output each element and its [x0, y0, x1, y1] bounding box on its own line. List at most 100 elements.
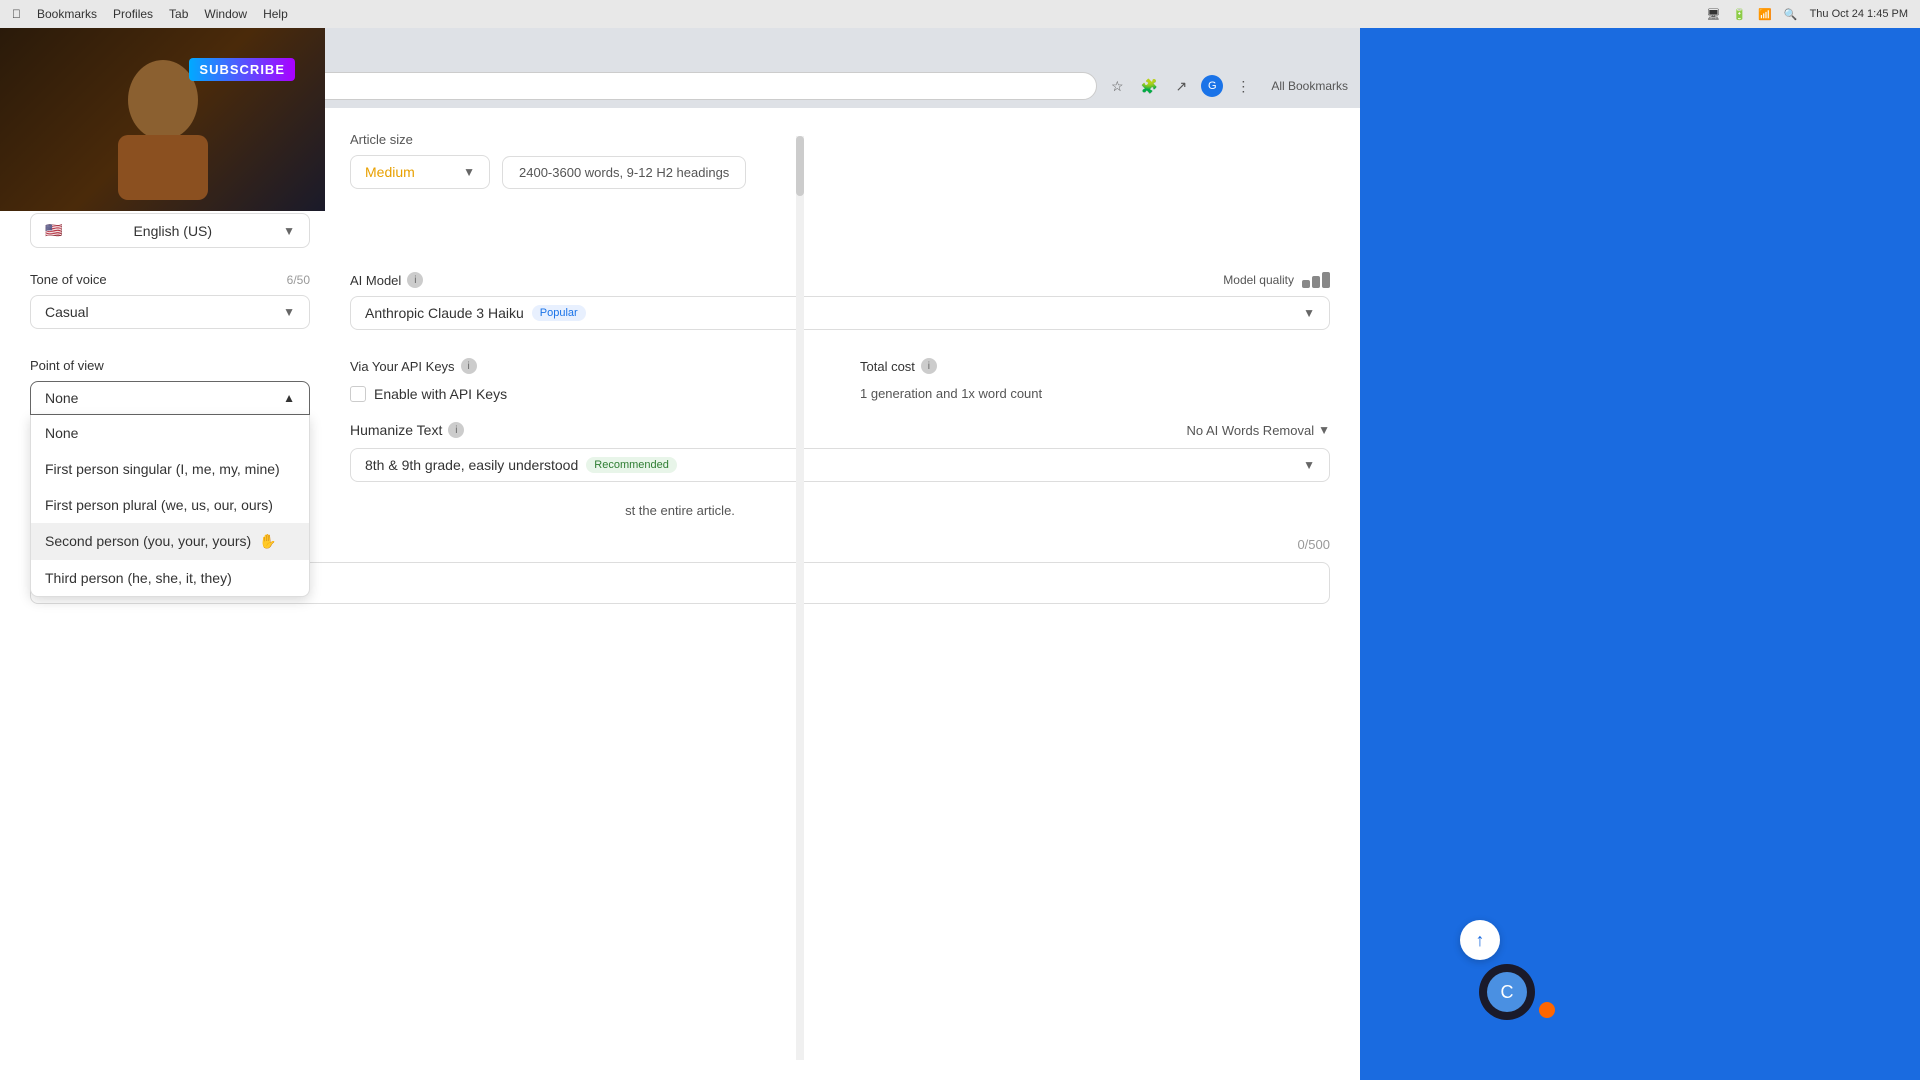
- api-keys-section: Via Your API Keys i Enable with API Keys: [350, 358, 820, 402]
- toolbar-icons: ☆ 🧩 ↗ G ⋮ All Bookmarks: [1105, 74, 1348, 98]
- tone-value: Casual: [45, 304, 89, 320]
- pov-option-none[interactable]: None: [31, 415, 309, 451]
- flag-icon: 🇺🇸: [45, 222, 62, 239]
- pov-group: Point of view None ▲ None First person s…: [30, 358, 310, 415]
- ai-model-name: Anthropic Claude 3 Haiku: [365, 305, 524, 321]
- menu-tab[interactable]: Tab: [169, 7, 188, 21]
- no-ai-label: No AI Words Removal: [1186, 423, 1314, 438]
- size-info-badge: 2400-3600 words, 9-12 H2 headings: [502, 156, 746, 189]
- recommended-badge: Recommended: [586, 457, 677, 473]
- chevron-down-icon: ▼: [283, 224, 295, 238]
- share-icon[interactable]: ↗: [1169, 74, 1193, 98]
- language-group: 🇺🇸 English (US) ▼: [30, 213, 310, 248]
- humanize-info-icon[interactable]: i: [448, 422, 464, 438]
- chat-toggle-indicator[interactable]: [1539, 1002, 1555, 1018]
- pov-option-second-text: Second person (you, your, yours): [45, 533, 251, 549]
- menu-profiles[interactable]: Profiles: [113, 7, 153, 21]
- menu-window[interactable]: Window: [204, 7, 247, 21]
- search-icon[interactable]: 🔍: [1784, 8, 1798, 21]
- quality-bar-3: [1322, 272, 1330, 288]
- ai-model-label-row: AI Model i: [350, 272, 423, 288]
- api-cost-row: Via Your API Keys i Enable with API Keys…: [350, 358, 1330, 402]
- tone-label: Tone of voice: [30, 272, 107, 287]
- language-dropdown[interactable]: 🇺🇸 English (US) ▼: [30, 213, 310, 248]
- language-label: English (US): [133, 223, 212, 239]
- cost-label-row: Total cost i: [860, 358, 1330, 374]
- article-size-label: Article size: [350, 132, 746, 147]
- pov-selected: None: [45, 390, 78, 406]
- mac-topbar:  Bookmarks Profiles Tab Window Help 🖥 🔋…: [0, 0, 1920, 28]
- subscribe-badge: SUBSCRIBE: [189, 58, 295, 81]
- ai-model-group: AI Model i Model quality Anthro: [350, 272, 1330, 330]
- no-ai-badge[interactable]: No AI Words Removal ▼: [1186, 423, 1330, 438]
- humanize-label: Humanize Text: [350, 422, 442, 438]
- humanize-section: Humanize Text i No AI Words Removal ▼ 8t…: [350, 422, 1330, 482]
- article-size-section: Article size Medium ▼ 2400-3600 words, 9…: [350, 132, 746, 189]
- api-keys-label: Via Your API Keys: [350, 359, 455, 374]
- grade-label: 8th & 9th grade, easily understood: [365, 457, 578, 473]
- mac-status-bar: 🖥 🔋 📶 🔍 Thu Oct 24 1:45 PM: [1706, 8, 1908, 21]
- screen-icon: 🖥: [1706, 8, 1720, 21]
- chevron-down-icon: ▼: [1303, 458, 1315, 472]
- pov-option-second[interactable]: Second person (you, your, yours)✋: [31, 523, 309, 560]
- bookmark-star-icon[interactable]: ☆: [1105, 74, 1129, 98]
- datetime-display: Thu Oct 24 1:45 PM: [1810, 8, 1908, 20]
- cost-value: 1 generation and 1x word count: [860, 386, 1330, 401]
- tone-counter: 6/50: [287, 273, 310, 287]
- pov-options-list: None First person singular (I, me, my, m…: [30, 415, 310, 597]
- popular-badge: Popular: [532, 305, 586, 321]
- menu-help[interactable]: Help: [263, 7, 288, 21]
- quality-bars: [1302, 272, 1330, 288]
- char-count: 0/500: [1297, 537, 1330, 552]
- extension-icon[interactable]: 🧩: [1137, 74, 1161, 98]
- scrollbar-thumb[interactable]: [796, 136, 804, 196]
- quality-bar-2: [1312, 276, 1320, 288]
- main-content: Article size Medium ▼ 2400-3600 words, 9…: [0, 108, 1360, 1080]
- grade-dropdown[interactable]: 8th & 9th grade, easily understood Recom…: [350, 448, 1330, 482]
- ai-model-label: AI Model: [350, 273, 401, 288]
- pov-label: Point of view: [30, 358, 310, 373]
- total-cost-label: Total cost: [860, 359, 915, 374]
- chevron-down-icon: ▼: [283, 305, 295, 319]
- model-quality-row: Model quality: [1223, 272, 1330, 288]
- disclaimer-text: st the entire article.: [625, 503, 735, 518]
- webcam-overlay: SUBSCRIBE: [0, 28, 325, 211]
- api-label-row: Via Your API Keys i: [350, 358, 820, 374]
- chevron-down-icon: ▼: [1318, 423, 1330, 437]
- menu-bookmarks[interactable]: Bookmarks: [37, 7, 97, 21]
- menu-dots-icon[interactable]: ⋮: [1231, 74, 1255, 98]
- humanize-row: Humanize Text i No AI Words Removal ▼: [350, 422, 1330, 438]
- ai-model-info-icon[interactable]: i: [407, 272, 423, 288]
- wifi-icon: 📶: [1758, 8, 1772, 21]
- chevron-up-icon: ▲: [283, 391, 295, 405]
- model-quality-label: Model quality: [1223, 273, 1294, 287]
- chat-bubble-button[interactable]: C: [1479, 964, 1535, 1020]
- mac-menu-bar:  Bookmarks Profiles Tab Window Help: [12, 7, 288, 21]
- chat-icon: C: [1487, 972, 1527, 1012]
- pov-option-third[interactable]: Third person (he, she, it, they): [31, 560, 309, 596]
- scrollbar-track[interactable]: [796, 136, 804, 1060]
- article-size-controls: Medium ▼ 2400-3600 words, 9-12 H2 headin…: [350, 155, 746, 189]
- api-checkbox-label: Enable with API Keys: [374, 386, 507, 402]
- pov-option-first-singular[interactable]: First person singular (I, me, my, mine): [31, 451, 309, 487]
- chevron-down-icon: ▼: [1303, 306, 1315, 320]
- scroll-to-top-button[interactable]: ↑: [1460, 920, 1500, 960]
- medium-size-dropdown[interactable]: Medium ▼: [350, 155, 490, 189]
- checkbox-row: Enable with API Keys: [350, 386, 820, 402]
- api-info-icon[interactable]: i: [461, 358, 477, 374]
- tone-label-row: Tone of voice 6/50: [30, 272, 310, 287]
- total-cost-section: Total cost i 1 generation and 1x word co…: [860, 358, 1330, 402]
- api-keys-checkbox[interactable]: [350, 386, 366, 402]
- ai-model-dropdown[interactable]: Anthropic Claude 3 Haiku Popular ▼: [350, 296, 1330, 330]
- humanize-label-row: Humanize Text i: [350, 422, 464, 438]
- tone-dropdown[interactable]: Casual ▼: [30, 295, 310, 329]
- pov-dropdown[interactable]: None ▲: [30, 381, 310, 415]
- pov-option-first-plural[interactable]: First person plural (we, us, our, ours): [31, 487, 309, 523]
- profile-icon[interactable]: G: [1201, 75, 1223, 97]
- cost-info-icon[interactable]: i: [921, 358, 937, 374]
- bookmarks-label: All Bookmarks: [1271, 79, 1348, 93]
- tone-group: Tone of voice 6/50 Casual ▼: [30, 272, 310, 329]
- right-sidebar: [1360, 28, 1920, 1080]
- medium-size-label: Medium: [365, 164, 415, 180]
- apple-menu[interactable]: : [12, 7, 21, 21]
